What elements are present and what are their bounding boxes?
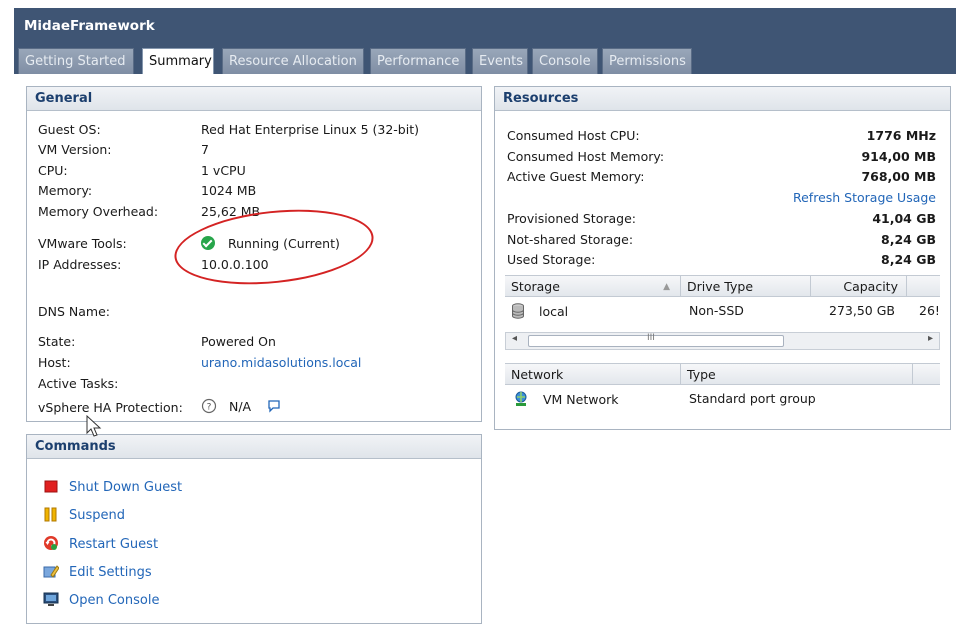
free-space-value-truncated: 26!	[919, 303, 939, 318]
guest-os-label: Guest OS:	[38, 122, 101, 137]
memory-overhead-label: Memory Overhead:	[38, 204, 159, 219]
host-label: Host:	[38, 355, 71, 370]
cpu-label: CPU:	[38, 163, 68, 178]
tab-events[interactable]: Events	[472, 48, 528, 74]
network-row-vm-network[interactable]: VM Network	[513, 391, 619, 407]
memory-value: 1024 MB	[201, 183, 257, 198]
state-label: State:	[38, 334, 76, 349]
ha-status: ? N/A	[201, 398, 281, 414]
storage-horizontal-scrollbar[interactable]: ◂ III ▸	[505, 332, 940, 350]
storage-column-header[interactable]: Storage ▲	[505, 276, 681, 296]
vmware-tools-label: VMware Tools:	[38, 236, 127, 251]
network-table-header: Network Type	[505, 363, 940, 385]
consumed-cpu-value: 1776 MHz	[866, 128, 936, 143]
host-link[interactable]: urano.midasolutions.local	[201, 355, 361, 370]
comment-icon[interactable]	[267, 399, 281, 413]
not-shared-value: 8,24 GB	[881, 232, 936, 247]
shut-down-guest-command[interactable]: Shut Down Guest	[43, 478, 182, 495]
network-type-value: Standard port group	[689, 391, 816, 406]
stop-icon	[43, 478, 59, 494]
scroll-left-arrow[interactable]: ◂	[512, 333, 517, 344]
capacity-column-header[interactable]: Capacity	[811, 276, 907, 296]
vm-version-value: 7	[201, 142, 209, 157]
tab-getting-started[interactable]: Getting Started	[18, 48, 134, 74]
network-column-header[interactable]: Network	[505, 364, 681, 384]
tab-summary[interactable]: Summary	[142, 48, 214, 75]
sort-icon: ▲	[663, 282, 670, 292]
storage-table-header: Storage ▲ Drive Type Capacity	[505, 275, 940, 297]
ip-label: IP Addresses:	[38, 257, 122, 272]
vm-title: MidaeFramework	[24, 18, 155, 34]
consumed-mem-value: 914,00 MB	[861, 149, 936, 164]
network-icon	[515, 391, 527, 406]
edit-settings-command[interactable]: Edit Settings	[43, 563, 152, 580]
general-header: General	[27, 87, 481, 111]
capacity-value: 273,50 GB	[829, 303, 895, 318]
active-mem-value: 768,00 MB	[861, 169, 936, 184]
consumed-mem-label: Consumed Host Memory:	[507, 149, 665, 164]
suspend-link[interactable]: Suspend	[69, 508, 125, 523]
scroll-right-arrow[interactable]: ▸	[928, 333, 933, 344]
vm-version-label: VM Version:	[38, 142, 112, 157]
state-value: Powered On	[201, 334, 276, 349]
tab-console[interactable]: Console	[532, 48, 598, 74]
storage-name: local	[539, 304, 569, 319]
resources-header: Resources	[495, 87, 950, 111]
datastore-icon	[512, 303, 524, 319]
scroll-thumb[interactable]: III	[528, 333, 784, 347]
ha-label: vSphere HA Protection:	[38, 400, 183, 415]
tab-performance[interactable]: Performance	[370, 48, 466, 74]
tab-resource-allocation[interactable]: Resource Allocation	[222, 48, 364, 74]
cpu-value: 1 vCPU	[201, 163, 246, 178]
shut-down-guest-link[interactable]: Shut Down Guest	[69, 480, 182, 495]
type-column-header[interactable]: Type	[681, 364, 913, 384]
used-storage-label: Used Storage:	[507, 252, 596, 267]
drive-type-value: Non-SSD	[689, 303, 744, 318]
svg-text:?: ?	[207, 403, 212, 413]
used-storage-value: 8,24 GB	[881, 252, 936, 267]
restart-icon	[43, 535, 59, 551]
restart-guest-link[interactable]: Restart Guest	[69, 537, 158, 552]
help-icon[interactable]: ?	[201, 398, 217, 414]
network-name: VM Network	[543, 392, 619, 407]
active-tasks-label: Active Tasks:	[38, 376, 119, 391]
edit-settings-icon	[43, 563, 60, 579]
open-console-link[interactable]: Open Console	[69, 593, 159, 608]
ha-value: N/A	[228, 399, 252, 414]
dns-label: DNS Name:	[38, 304, 110, 319]
active-mem-label: Active Guest Memory:	[507, 169, 645, 184]
storage-header-label: Storage	[511, 279, 560, 294]
restart-guest-command[interactable]: Restart Guest	[43, 535, 158, 552]
mouse-cursor-icon	[86, 415, 102, 437]
tab-permissions[interactable]: Permissions	[602, 48, 692, 74]
edit-settings-link[interactable]: Edit Settings	[69, 565, 152, 580]
open-console-command[interactable]: Open Console	[43, 591, 159, 608]
provisioned-value: 41,04 GB	[872, 211, 936, 226]
scroll-grip: III	[647, 333, 655, 343]
commands-panel: Commands Shut Down Guest Suspend Restart…	[26, 434, 482, 624]
resources-panel: Resources Consumed Host CPU: 1776 MHz Co…	[494, 86, 951, 430]
suspend-command[interactable]: Suspend	[43, 506, 125, 523]
not-shared-label: Not-shared Storage:	[507, 232, 634, 247]
consumed-cpu-label: Consumed Host CPU:	[507, 128, 640, 143]
guest-os-value: Red Hat Enterprise Linux 5 (32-bit)	[201, 122, 419, 137]
memory-label: Memory:	[38, 183, 93, 198]
console-icon	[43, 591, 59, 607]
provisioned-label: Provisioned Storage:	[507, 211, 636, 226]
refresh-storage-link[interactable]: Refresh Storage Usage	[793, 190, 936, 205]
storage-row-local[interactable]: local	[511, 303, 568, 319]
pause-icon	[43, 506, 59, 522]
title-bar: MidaeFramework Getting Started Summary R…	[14, 8, 956, 75]
drive-type-column-header[interactable]: Drive Type	[681, 276, 811, 296]
